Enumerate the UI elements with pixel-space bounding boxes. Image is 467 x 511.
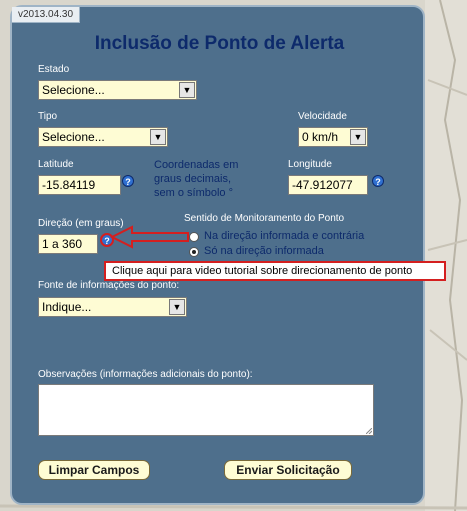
latitude-help-icon[interactable]: ? — [122, 175, 134, 187]
direcao-label: Direção (em graus) — [38, 218, 124, 229]
latitude-input[interactable]: -15.84119 — [38, 175, 121, 195]
estado-select-value: Selecione... — [42, 83, 105, 97]
submit-request-button[interactable]: Enviar Solicitação — [224, 460, 352, 480]
fonte-select-value: Indique... — [42, 300, 92, 314]
longitude-label: Longitude — [288, 159, 332, 170]
chevron-down-icon[interactable]: ▼ — [179, 82, 195, 98]
velocidade-label: Velocidade — [298, 111, 347, 122]
chevron-down-icon[interactable]: ▼ — [150, 129, 166, 145]
chevron-down-icon[interactable]: ▼ — [169, 299, 185, 315]
fonte-select[interactable]: Indique... ▼ — [38, 297, 187, 317]
tipo-label: Tipo — [38, 111, 58, 122]
observacoes-label: Observações (informações adicionais do p… — [38, 369, 253, 380]
sentido-label: Sentido de Monitoramento do Ponto — [184, 213, 345, 224]
velocidade-select-value: 0 km/h — [302, 130, 339, 144]
longitude-help-icon[interactable]: ? — [372, 175, 384, 187]
longitude-input[interactable]: -47.912077 — [288, 175, 368, 195]
observacoes-textarea[interactable] — [38, 384, 374, 436]
sentido-radio-single[interactable] — [189, 247, 199, 257]
resize-handle-icon[interactable] — [366, 428, 372, 434]
latitude-label: Latitude — [38, 159, 74, 170]
alert-point-form-panel: v2013.04.30 Inclusão de Ponto de Alerta … — [10, 5, 425, 505]
version-label: v2013.04.30 — [12, 7, 81, 23]
estado-select[interactable]: Selecione... ▼ — [38, 80, 197, 100]
direcao-input[interactable]: 1 a 360 — [38, 234, 98, 254]
sentido-radio-both[interactable] — [189, 232, 199, 242]
velocidade-select[interactable]: 0 km/h ▼ — [298, 127, 368, 147]
sentido-option-both: Na direção informada e contrária — [204, 230, 365, 242]
direcao-help-icon[interactable]: ? — [100, 233, 114, 247]
coordinates-note: Coordenadas em graus decimais, sem o sím… — [154, 159, 239, 199]
tutorial-tooltip[interactable]: Clique aqui para video tutorial sobre di… — [104, 261, 446, 281]
page-title: Inclusão de Ponto de Alerta — [94, 33, 345, 54]
sentido-option-single: Só na direção informada — [204, 245, 324, 257]
chevron-down-icon[interactable]: ▼ — [350, 129, 366, 145]
clear-fields-button[interactable]: Limpar Campos — [38, 460, 150, 480]
fonte-label: Fonte de informações do ponto: — [38, 280, 180, 291]
tipo-select[interactable]: Selecione... ▼ — [38, 127, 168, 147]
tipo-select-value: Selecione... — [42, 130, 105, 144]
estado-label: Estado — [38, 64, 70, 75]
